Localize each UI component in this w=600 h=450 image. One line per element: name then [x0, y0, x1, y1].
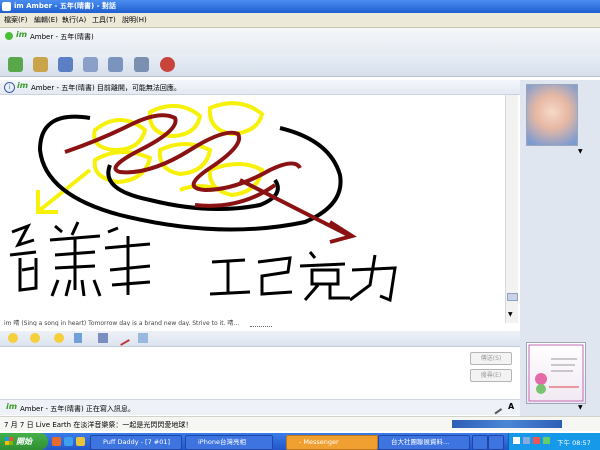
banana-piece: [92, 118, 148, 153]
im-logo: im: [6, 402, 18, 411]
task-puff-daddy[interactable]: Puff Daddy - [7 #01]: [90, 435, 182, 450]
system-tray: 下午 08:57: [508, 433, 600, 450]
info-icon: i: [4, 82, 15, 93]
menu-actions[interactable]: 執行(A): [62, 15, 86, 25]
send-file-icon[interactable]: [33, 57, 48, 72]
block-icon[interactable]: [160, 57, 175, 72]
message-scrollbar[interactable]: ▼: [505, 95, 518, 323]
app-icon: [2, 2, 11, 11]
scroll-down-icon[interactable]: ▼: [508, 311, 513, 318]
task-iphone[interactable]: iPhone台灣亮相: [185, 435, 273, 450]
banana-piece: [92, 150, 153, 185]
tray-icon[interactable]: [533, 437, 540, 444]
label-chocolate: [209, 251, 397, 303]
start-button[interactable]: 開始: [0, 433, 48, 450]
my-avatar[interactable]: [526, 342, 586, 404]
search-button[interactable]: 搜尋(E): [470, 369, 512, 382]
label-banana: [9, 221, 151, 297]
my-avatar-menu-chevron-icon[interactable]: ▼: [578, 404, 583, 411]
menu-tools[interactable]: 工具(T): [92, 15, 116, 25]
contact-status-icon: [4, 31, 14, 43]
menu-bar: 檔案(F) 編輯(E) 執行(A) 工具(T) 說明(H): [0, 13, 600, 28]
quicklaunch-icon[interactable]: [64, 437, 73, 446]
nudge-icon[interactable]: [54, 333, 64, 343]
pen-icon[interactable]: [116, 332, 130, 346]
message-input[interactable]: 傳送(S) 搜尋(E): [0, 347, 520, 397]
typing-text: Amber - 五年(晴書) 正在寫入訊息。: [20, 405, 135, 413]
menu-edit[interactable]: 編輯(E): [34, 15, 58, 25]
toolbar: [0, 54, 600, 77]
send-button[interactable]: 傳送(S): [470, 352, 512, 365]
menu-help[interactable]: 說明(H): [122, 15, 147, 25]
quicklaunch-icon[interactable]: [76, 437, 85, 446]
contact-name[interactable]: Amber - 五年(晴書): [30, 32, 94, 42]
tray-icon[interactable]: [543, 437, 550, 444]
emoticon-icon[interactable]: [8, 333, 18, 343]
handwriting-message: [0, 95, 512, 323]
contact-bar: im Amber - 五年(晴書): [0, 28, 600, 54]
quicklaunch-icon[interactable]: [52, 437, 61, 446]
invite-icon[interactable]: [8, 57, 23, 72]
display-picture-panel: ▼ ▼: [520, 80, 600, 416]
banana-piece: [207, 101, 265, 137]
contact-avatar[interactable]: [526, 84, 578, 146]
avatar-menu-chevron-icon[interactable]: ▼: [578, 148, 583, 155]
banana-piece: [157, 142, 213, 177]
menu-file[interactable]: 檔案(F): [4, 15, 28, 25]
call-icon[interactable]: [83, 57, 98, 72]
task-messenger[interactable]: - Messenger: [286, 435, 378, 450]
task-misc[interactable]: [488, 435, 504, 450]
window-title: im Amber - 五年(晴書) - 對話: [14, 2, 117, 10]
history-partial-message: im 晴 (Sing a song in heart) Tomorrow day…: [4, 320, 240, 326]
news-ticker[interactable]: 7 月 7 日 Live Earth 在淡洋音樂祭：一起是光閃閃愛地球！: [0, 416, 600, 431]
ad-banner[interactable]: [452, 420, 562, 428]
games-icon[interactable]: [134, 57, 149, 72]
im-logo: im: [16, 30, 28, 39]
background-icon[interactable]: [138, 333, 148, 343]
news-ticker-text[interactable]: 7 月 7 日 Live Earth 在淡洋音樂祭：一起是光閃閃愛地球！: [4, 420, 192, 430]
typing-indicator: im Amber - 五年(晴書) 正在寫入訊息。 A: [0, 399, 520, 415]
drawing: [9, 101, 397, 303]
taskbar: 開始 Puff Daddy - [7 #01] iPhone台灣亮相 - Mes…: [0, 433, 600, 450]
title-bar[interactable]: im Amber - 五年(晴書) - 對話: [0, 0, 600, 13]
scroll-thumb[interactable]: [507, 293, 518, 301]
task-ntu-club[interactable]: 台大社團聯展資料...: [378, 435, 470, 450]
im-logo: im: [17, 81, 29, 90]
voice-clip-icon[interactable]: [74, 333, 82, 343]
webcam-icon[interactable]: [58, 57, 73, 72]
clock[interactable]: 下午 08:57: [557, 437, 591, 447]
handwriting-icon[interactable]: [98, 333, 108, 343]
text-mode-icon[interactable]: A: [508, 402, 514, 411]
wink-icon[interactable]: [30, 333, 40, 343]
input-toolbar: [0, 331, 520, 347]
task-misc[interactable]: [472, 435, 488, 450]
windows-logo-icon: [5, 437, 13, 445]
tray-icon[interactable]: [513, 437, 520, 444]
handwriting-mode-icon[interactable]: [489, 401, 503, 415]
away-status-text: Amber - 五年(晴書) 目前離開，可能無法回應。: [31, 84, 181, 92]
away-status-line: i im Amber - 五年(晴書) 目前離開，可能無法回應。: [0, 80, 520, 95]
activity-icon[interactable]: [108, 57, 123, 72]
tray-icon[interactable]: [523, 437, 530, 444]
